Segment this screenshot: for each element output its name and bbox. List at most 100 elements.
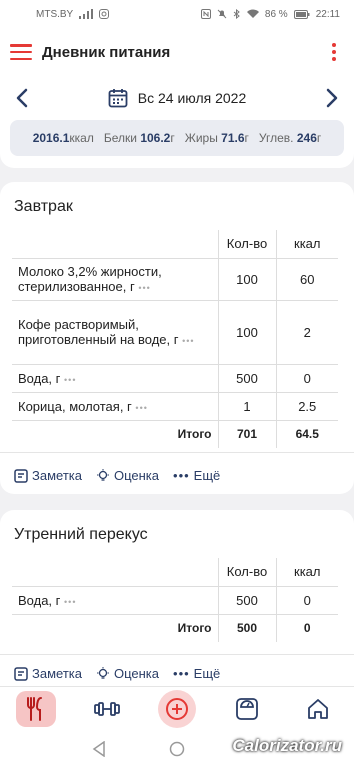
- table-row[interactable]: Корица, молотая, г ••• 1 2.5: [12, 392, 338, 421]
- meal-actions: Заметка Оценка ••• Ещё: [14, 468, 220, 483]
- status-bar: MTS.BY 86 % 22:11: [0, 0, 354, 28]
- ellipsis-icon: •••: [173, 666, 190, 681]
- system-nav-bar: Calorizator.ru: [0, 730, 354, 768]
- carrier-label: MTS.BY: [36, 8, 74, 20]
- summary-fat: Жиры 71.6г: [184, 131, 249, 145]
- total-row: Итого 500 0: [12, 614, 338, 642]
- mute-icon: [217, 9, 227, 19]
- daily-summary: 2016.1ккал Белки 106.2г Жиры 71.6г Углев…: [10, 120, 344, 156]
- nav-scale[interactable]: [227, 691, 267, 727]
- note-icon: [14, 468, 28, 483]
- clock-label: 22:11: [315, 8, 340, 20]
- table-row[interactable]: Кофе растворимый, приготовленный на воде…: [12, 300, 338, 365]
- wifi-icon: [246, 9, 259, 18]
- divider: [0, 452, 354, 453]
- more-dots-icon[interactable]: •••: [64, 597, 76, 607]
- meal-actions: Заметка Оценка ••• Ещё: [14, 666, 220, 681]
- battery-label: 86 %: [264, 8, 288, 20]
- table-row[interactable]: Вода, г ••• 500 0: [12, 586, 338, 615]
- bottom-nav: [0, 686, 354, 730]
- meal-table: Кол-во ккал Вода, г ••• 500 0 Итого 500 …: [12, 558, 338, 642]
- menu-icon[interactable]: [10, 44, 32, 60]
- meal-card-morning-snack: Утренний перекус Кол-во ккал Вода, г •••…: [0, 510, 354, 710]
- total-qty: 701: [217, 420, 276, 448]
- more-options-icon[interactable]: [324, 43, 344, 61]
- note-icon: [14, 666, 28, 681]
- kcal-cell: 2: [275, 300, 338, 365]
- nav-workouts[interactable]: [87, 691, 127, 727]
- more-dots-icon[interactable]: •••: [182, 336, 194, 346]
- qty-column-header: Кол-во: [217, 230, 276, 259]
- nfc-icon: [200, 9, 211, 19]
- meal-card-breakfast: Завтрак Кол-во ккал Молоко 3,2% жирности…: [0, 182, 354, 494]
- app-title: Дневник питания: [42, 43, 171, 61]
- summary-kcal: 2016.1ккал: [32, 131, 94, 145]
- qty-cell[interactable]: 100: [217, 300, 276, 365]
- instagram-icon: [99, 9, 110, 19]
- table-row[interactable]: Вода, г ••• 500 0: [12, 364, 338, 393]
- summary-carbs: Углев. 246г: [258, 131, 322, 145]
- date-picker[interactable]: Вс 24 июля 2022: [108, 88, 247, 108]
- summary-protein: Белки 106.2г: [103, 131, 175, 145]
- kcal-cell: 0: [275, 364, 338, 393]
- divider: [0, 654, 354, 655]
- lightbulb-icon: [96, 666, 109, 679]
- qty-cell[interactable]: 500: [217, 586, 276, 615]
- total-qty: 500: [217, 614, 276, 642]
- home-icon: [308, 698, 329, 719]
- nav-diary[interactable]: [15, 690, 56, 727]
- total-kcal: 64.5: [275, 420, 338, 448]
- dumbbell-icon: [93, 701, 120, 716]
- meal-title: Завтрак: [14, 198, 73, 215]
- app-bar: Дневник питания: [0, 28, 354, 76]
- more-button[interactable]: ••• Ещё: [173, 666, 220, 681]
- more-dots-icon[interactable]: •••: [138, 283, 150, 293]
- battery-icon: [293, 9, 310, 19]
- add-button[interactable]: [157, 689, 196, 728]
- table-row[interactable]: Молоко 3,2% жирности, стерилизованное, г…: [12, 258, 338, 301]
- plus-circle-icon: [165, 697, 188, 720]
- calendar-icon: [108, 89, 128, 108]
- rating-button[interactable]: Оценка: [96, 468, 159, 483]
- food-name-cell: Молоко 3,2% жирности, стерилизованное, г…: [12, 258, 218, 301]
- total-label: Итого: [177, 427, 212, 442]
- more-dots-icon[interactable]: •••: [64, 375, 76, 385]
- qty-cell[interactable]: 100: [217, 258, 276, 301]
- note-button[interactable]: Заметка: [14, 666, 82, 681]
- qty-column-header: Кол-во: [217, 558, 276, 587]
- food-name-cell: Вода, г •••: [12, 586, 218, 615]
- more-dots-icon[interactable]: •••: [135, 403, 147, 413]
- prev-day-button[interactable]: [10, 86, 34, 110]
- kcal-column-header: ккал: [275, 230, 338, 259]
- watermark-logo: Calorizator.ru: [232, 736, 342, 755]
- total-kcal: 0: [275, 614, 338, 642]
- chevron-right-icon: [326, 88, 338, 108]
- kcal-column-header: ккал: [275, 558, 338, 587]
- fork-knife-icon: [26, 696, 42, 721]
- kcal-cell: 2.5: [275, 392, 338, 421]
- total-row: Итого 701 64.5: [12, 420, 338, 448]
- food-name-cell: Кофе растворимый, приготовленный на воде…: [12, 300, 218, 365]
- note-button[interactable]: Заметка: [14, 468, 82, 483]
- meal-table: Кол-во ккал Молоко 3,2% жирности, стерил…: [12, 230, 338, 448]
- nav-home[interactable]: [298, 691, 338, 727]
- total-label: Итого: [177, 621, 212, 636]
- more-button[interactable]: ••• Ещё: [173, 468, 220, 483]
- scale-icon: [236, 697, 259, 720]
- food-name-cell: Корица, молотая, г •••: [12, 392, 218, 421]
- food-name-cell: Вода, г •••: [12, 364, 218, 393]
- back-triangle-icon[interactable]: [92, 741, 106, 757]
- qty-cell[interactable]: 500: [217, 364, 276, 393]
- date-label: Вс 24 июля 2022: [137, 90, 247, 106]
- meal-title: Утренний перекус: [14, 526, 148, 543]
- rating-button[interactable]: Оценка: [96, 666, 159, 681]
- qty-cell[interactable]: 1: [217, 392, 276, 421]
- kcal-cell: 60: [275, 258, 338, 301]
- home-circle-icon[interactable]: [169, 741, 185, 757]
- chevron-left-icon: [16, 88, 28, 108]
- kcal-cell: 0: [275, 586, 338, 615]
- date-header: Вс 24 июля 2022 2016.1ккал Белки 106.2г …: [0, 76, 354, 168]
- next-day-button[interactable]: [320, 86, 344, 110]
- lightbulb-icon: [96, 468, 109, 481]
- signal-icon: [79, 9, 94, 19]
